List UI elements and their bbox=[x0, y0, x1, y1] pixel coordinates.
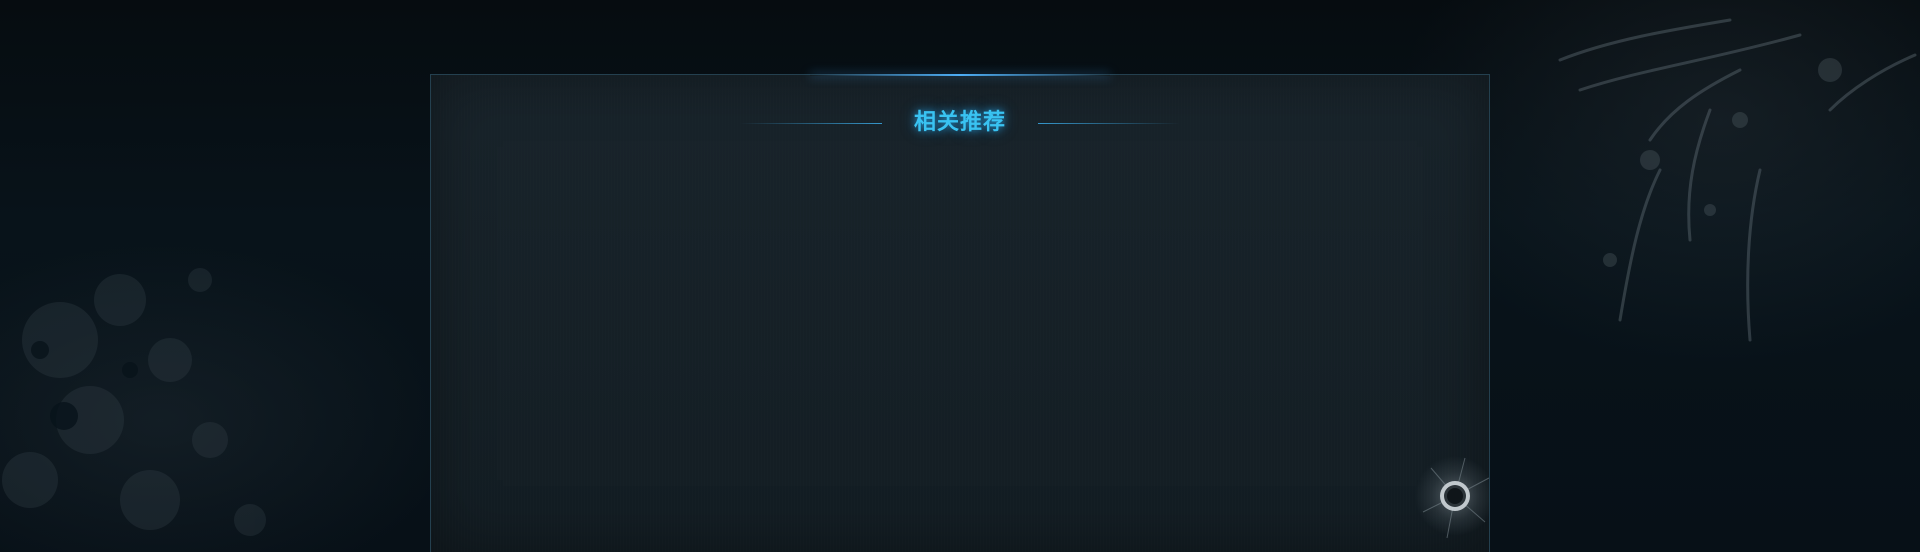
bullet-hole-icon bbox=[1415, 456, 1489, 539]
recommend-content bbox=[451, 165, 1469, 552]
panel-top-glow bbox=[810, 74, 1110, 76]
page: 相关推荐 bbox=[0, 0, 1920, 552]
section-title: 相关推荐 bbox=[913, 110, 1006, 135]
grunge-texture-left bbox=[2, 268, 266, 536]
section-header: 相关推荐 bbox=[431, 101, 1489, 145]
header-divider-right bbox=[1038, 122, 1180, 124]
header-divider-left bbox=[739, 122, 882, 124]
scratch-texture-right bbox=[1558, 18, 1917, 342]
recommend-panel: 相关推荐 bbox=[430, 74, 1490, 552]
